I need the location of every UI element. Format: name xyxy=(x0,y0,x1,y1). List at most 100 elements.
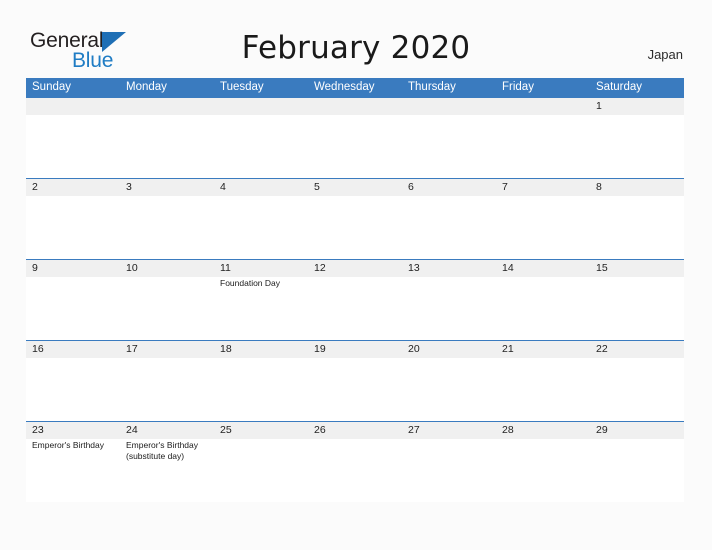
day-events xyxy=(496,358,590,421)
day-events xyxy=(214,358,308,421)
day-number[interactable]: 15 xyxy=(590,260,684,277)
day-number[interactable] xyxy=(120,98,214,115)
day-number[interactable]: 29 xyxy=(590,422,684,439)
day-events xyxy=(590,196,684,259)
week-event-band xyxy=(26,196,684,259)
day-number[interactable]: 14 xyxy=(496,260,590,277)
day-events xyxy=(496,439,590,502)
day-events xyxy=(402,439,496,502)
day-number[interactable]: 20 xyxy=(402,341,496,358)
week-event-band: Emperor's Birthday Emperor's Birthday (s… xyxy=(26,439,684,502)
day-events xyxy=(120,277,214,340)
day-events xyxy=(214,439,308,502)
week-date-band: 1 xyxy=(26,98,684,115)
day-events xyxy=(120,115,214,178)
day-number[interactable]: 10 xyxy=(120,260,214,277)
day-number[interactable]: 24 xyxy=(120,422,214,439)
day-number[interactable]: 26 xyxy=(308,422,402,439)
day-events xyxy=(496,115,590,178)
day-number[interactable]: 12 xyxy=(308,260,402,277)
calendar-grid: Sunday Monday Tuesday Wednesday Thursday… xyxy=(26,78,684,502)
week-date-band: 16 17 18 19 20 21 22 xyxy=(26,341,684,358)
day-events: Emperor's Birthday (substitute day) xyxy=(120,439,214,502)
day-number[interactable]: 23 xyxy=(26,422,120,439)
weekday-header-thursday: Thursday xyxy=(408,81,456,93)
day-events xyxy=(590,277,684,340)
week-date-band: 9 10 11 12 13 14 15 xyxy=(26,260,684,277)
week-date-band: 23 24 25 26 27 28 29 xyxy=(26,422,684,439)
weekday-header-saturday: Saturday xyxy=(596,81,643,93)
day-events: Foundation Day xyxy=(214,277,308,340)
day-events xyxy=(402,277,496,340)
page-title: February 2020 xyxy=(241,30,471,66)
weekday-header-wednesday: Wednesday xyxy=(314,81,375,93)
calendar-page: General Blue February 2020 Japan Sunday … xyxy=(0,0,712,550)
day-number[interactable]: 13 xyxy=(402,260,496,277)
day-number[interactable]: 9 xyxy=(26,260,120,277)
day-number[interactable]: 7 xyxy=(496,179,590,196)
day-number[interactable]: 21 xyxy=(496,341,590,358)
day-number[interactable]: 27 xyxy=(402,422,496,439)
day-events xyxy=(120,196,214,259)
day-number[interactable]: 19 xyxy=(308,341,402,358)
day-events xyxy=(26,196,120,259)
day-number[interactable]: 18 xyxy=(214,341,308,358)
day-number[interactable] xyxy=(402,98,496,115)
event-label: Foundation Day xyxy=(220,278,281,288)
day-events xyxy=(402,115,496,178)
day-number[interactable] xyxy=(214,98,308,115)
day-events xyxy=(26,358,120,421)
day-events xyxy=(308,358,402,421)
week-event-band: Foundation Day xyxy=(26,277,684,340)
day-number[interactable]: 8 xyxy=(590,179,684,196)
weekday-header-row: Sunday Monday Tuesday Wednesday Thursday… xyxy=(26,78,684,97)
day-events xyxy=(308,277,402,340)
event-label: Emperor's Birthday (substitute day) xyxy=(126,440,199,461)
day-number[interactable]: 28 xyxy=(496,422,590,439)
day-events xyxy=(496,277,590,340)
day-number[interactable] xyxy=(496,98,590,115)
day-events xyxy=(214,196,308,259)
day-events xyxy=(590,115,684,178)
weekday-header-monday: Monday xyxy=(126,81,167,93)
event-label: Emperor's Birthday xyxy=(32,440,105,450)
day-number[interactable]: 1 xyxy=(590,98,684,115)
page-header: General Blue February 2020 Japan xyxy=(0,0,712,78)
day-events xyxy=(496,196,590,259)
weekday-header-tuesday: Tuesday xyxy=(220,81,264,93)
day-number[interactable] xyxy=(308,98,402,115)
day-number[interactable]: 16 xyxy=(26,341,120,358)
day-events xyxy=(402,196,496,259)
day-number[interactable]: 6 xyxy=(402,179,496,196)
day-events: Emperor's Birthday xyxy=(26,439,120,502)
day-number[interactable]: 22 xyxy=(590,341,684,358)
day-events xyxy=(402,358,496,421)
day-number[interactable]: 11 xyxy=(214,260,308,277)
weekday-header-friday: Friday xyxy=(502,81,534,93)
day-events xyxy=(26,115,120,178)
day-number[interactable]: 2 xyxy=(26,179,120,196)
calendar-week-row: 1 xyxy=(26,97,684,178)
day-events xyxy=(308,196,402,259)
weekday-header-sunday: Sunday xyxy=(32,81,72,93)
day-events xyxy=(120,358,214,421)
week-event-band xyxy=(26,115,684,178)
calendar-week-row: 23 24 25 26 27 28 29 Emperor's Birthday … xyxy=(26,421,684,502)
week-date-band: 2 3 4 5 6 7 8 xyxy=(26,179,684,196)
day-number[interactable]: 5 xyxy=(308,179,402,196)
day-events xyxy=(590,439,684,502)
country-label: Japan xyxy=(647,47,683,62)
day-events xyxy=(26,277,120,340)
calendar-week-row: 9 10 11 12 13 14 15 Foundation Day xyxy=(26,259,684,340)
day-number[interactable]: 3 xyxy=(120,179,214,196)
day-events xyxy=(308,115,402,178)
day-number[interactable]: 4 xyxy=(214,179,308,196)
day-number[interactable]: 17 xyxy=(120,341,214,358)
day-number[interactable] xyxy=(26,98,120,115)
day-number[interactable]: 25 xyxy=(214,422,308,439)
day-events xyxy=(308,439,402,502)
week-event-band xyxy=(26,358,684,421)
calendar-week-row: 16 17 18 19 20 21 22 xyxy=(26,340,684,421)
day-events xyxy=(590,358,684,421)
day-events xyxy=(214,115,308,178)
